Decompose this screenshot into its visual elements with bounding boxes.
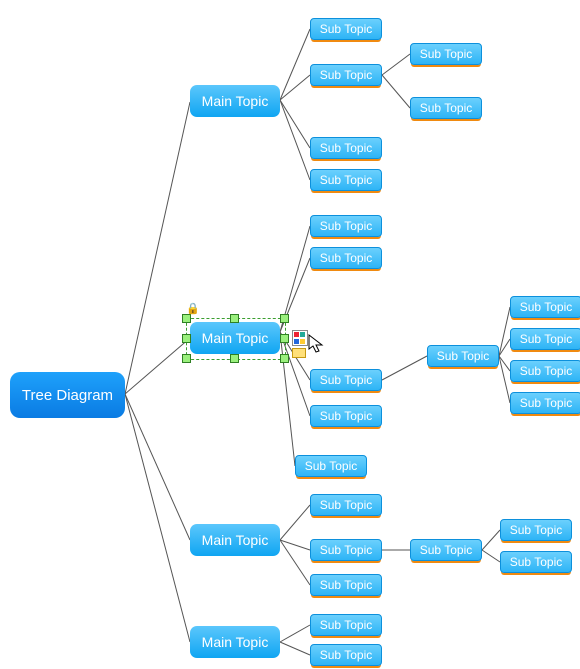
main-label: Main Topic — [202, 93, 269, 109]
sub-topic-node[interactable]: Sub Topic — [310, 574, 382, 596]
sub-label: Sub Topic — [320, 373, 372, 387]
sub-label: Sub Topic — [520, 300, 572, 314]
main-label: Main Topic — [202, 634, 269, 650]
main-topic-node-selected[interactable]: Main Topic — [190, 322, 280, 354]
sub-topic-node[interactable]: Sub Topic — [295, 455, 367, 477]
sub-label: Sub Topic — [420, 543, 472, 557]
resize-handle[interactable] — [280, 314, 289, 323]
sub-topic-node[interactable]: Sub Topic — [310, 169, 382, 191]
smart-tag-button[interactable] — [292, 330, 308, 346]
sub-label: Sub Topic — [305, 459, 357, 473]
sub-topic-node[interactable]: Sub Topic — [427, 345, 499, 367]
sub-topic-node[interactable]: Sub Topic — [410, 539, 482, 561]
sub-label: Sub Topic — [320, 22, 372, 36]
action-tag[interactable] — [292, 348, 306, 358]
sub-label: Sub Topic — [320, 173, 372, 187]
main-label: Main Topic — [202, 330, 269, 346]
sub-topic-node[interactable]: Sub Topic — [310, 247, 382, 269]
sub-topic-node[interactable]: Sub Topic — [510, 296, 580, 318]
sub-label: Sub Topic — [320, 409, 372, 423]
sub-topic-node[interactable]: Sub Topic — [310, 137, 382, 159]
sub-topic-node[interactable]: Sub Topic — [510, 392, 580, 414]
sub-topic-node[interactable]: Sub Topic — [510, 328, 580, 350]
main-topic-node[interactable]: Main Topic — [190, 524, 280, 556]
sub-label: Sub Topic — [510, 523, 562, 537]
sub-label: Sub Topic — [520, 332, 572, 346]
sub-topic-node[interactable]: Sub Topic — [500, 551, 572, 573]
resize-handle[interactable] — [182, 314, 191, 323]
diagram-canvas[interactable]: Tree Diagram Main Topic Main Topic Main … — [0, 0, 580, 669]
sub-label: Sub Topic — [320, 648, 372, 662]
resize-handle[interactable] — [280, 334, 289, 343]
sub-label: Sub Topic — [437, 349, 489, 363]
main-topic-node[interactable]: Main Topic — [190, 85, 280, 117]
resize-handle[interactable] — [182, 354, 191, 363]
resize-handle[interactable] — [182, 334, 191, 343]
sub-label: Sub Topic — [320, 251, 372, 265]
sub-topic-node[interactable]: Sub Topic — [410, 97, 482, 119]
root-label: Tree Diagram — [22, 387, 113, 404]
sub-label: Sub Topic — [520, 396, 572, 410]
resize-handle[interactable] — [230, 354, 239, 363]
sub-topic-node[interactable]: Sub Topic — [310, 405, 382, 427]
resize-handle[interactable] — [230, 314, 239, 323]
sub-topic-node[interactable]: Sub Topic — [310, 369, 382, 391]
cursor-icon — [308, 334, 326, 354]
sub-label: Sub Topic — [320, 543, 372, 557]
sub-topic-node[interactable]: Sub Topic — [310, 644, 382, 666]
sub-topic-node[interactable]: Sub Topic — [310, 539, 382, 561]
sub-label: Sub Topic — [420, 101, 472, 115]
sub-label: Sub Topic — [320, 141, 372, 155]
sub-label: Sub Topic — [320, 618, 372, 632]
lock-icon: 🔒 — [186, 302, 200, 315]
main-label: Main Topic — [202, 532, 269, 548]
sub-topic-node[interactable]: Sub Topic — [310, 64, 382, 86]
sub-topic-node[interactable]: Sub Topic — [310, 215, 382, 237]
sub-topic-node[interactable]: Sub Topic — [510, 360, 580, 382]
sub-topic-node[interactable]: Sub Topic — [310, 614, 382, 636]
sub-label: Sub Topic — [320, 68, 372, 82]
resize-handle[interactable] — [280, 354, 289, 363]
connector-lines — [0, 0, 580, 669]
sub-topic-node[interactable]: Sub Topic — [310, 494, 382, 516]
sub-label: Sub Topic — [320, 498, 372, 512]
root-node[interactable]: Tree Diagram — [10, 372, 125, 418]
main-topic-node[interactable]: Main Topic — [190, 626, 280, 658]
sub-topic-node[interactable]: Sub Topic — [310, 18, 382, 40]
sub-label: Sub Topic — [320, 219, 372, 233]
sub-topic-node[interactable]: Sub Topic — [500, 519, 572, 541]
sub-label: Sub Topic — [520, 364, 572, 378]
sub-topic-node[interactable]: Sub Topic — [410, 43, 482, 65]
sub-label: Sub Topic — [420, 47, 472, 61]
sub-label: Sub Topic — [320, 578, 372, 592]
sub-label: Sub Topic — [510, 555, 562, 569]
